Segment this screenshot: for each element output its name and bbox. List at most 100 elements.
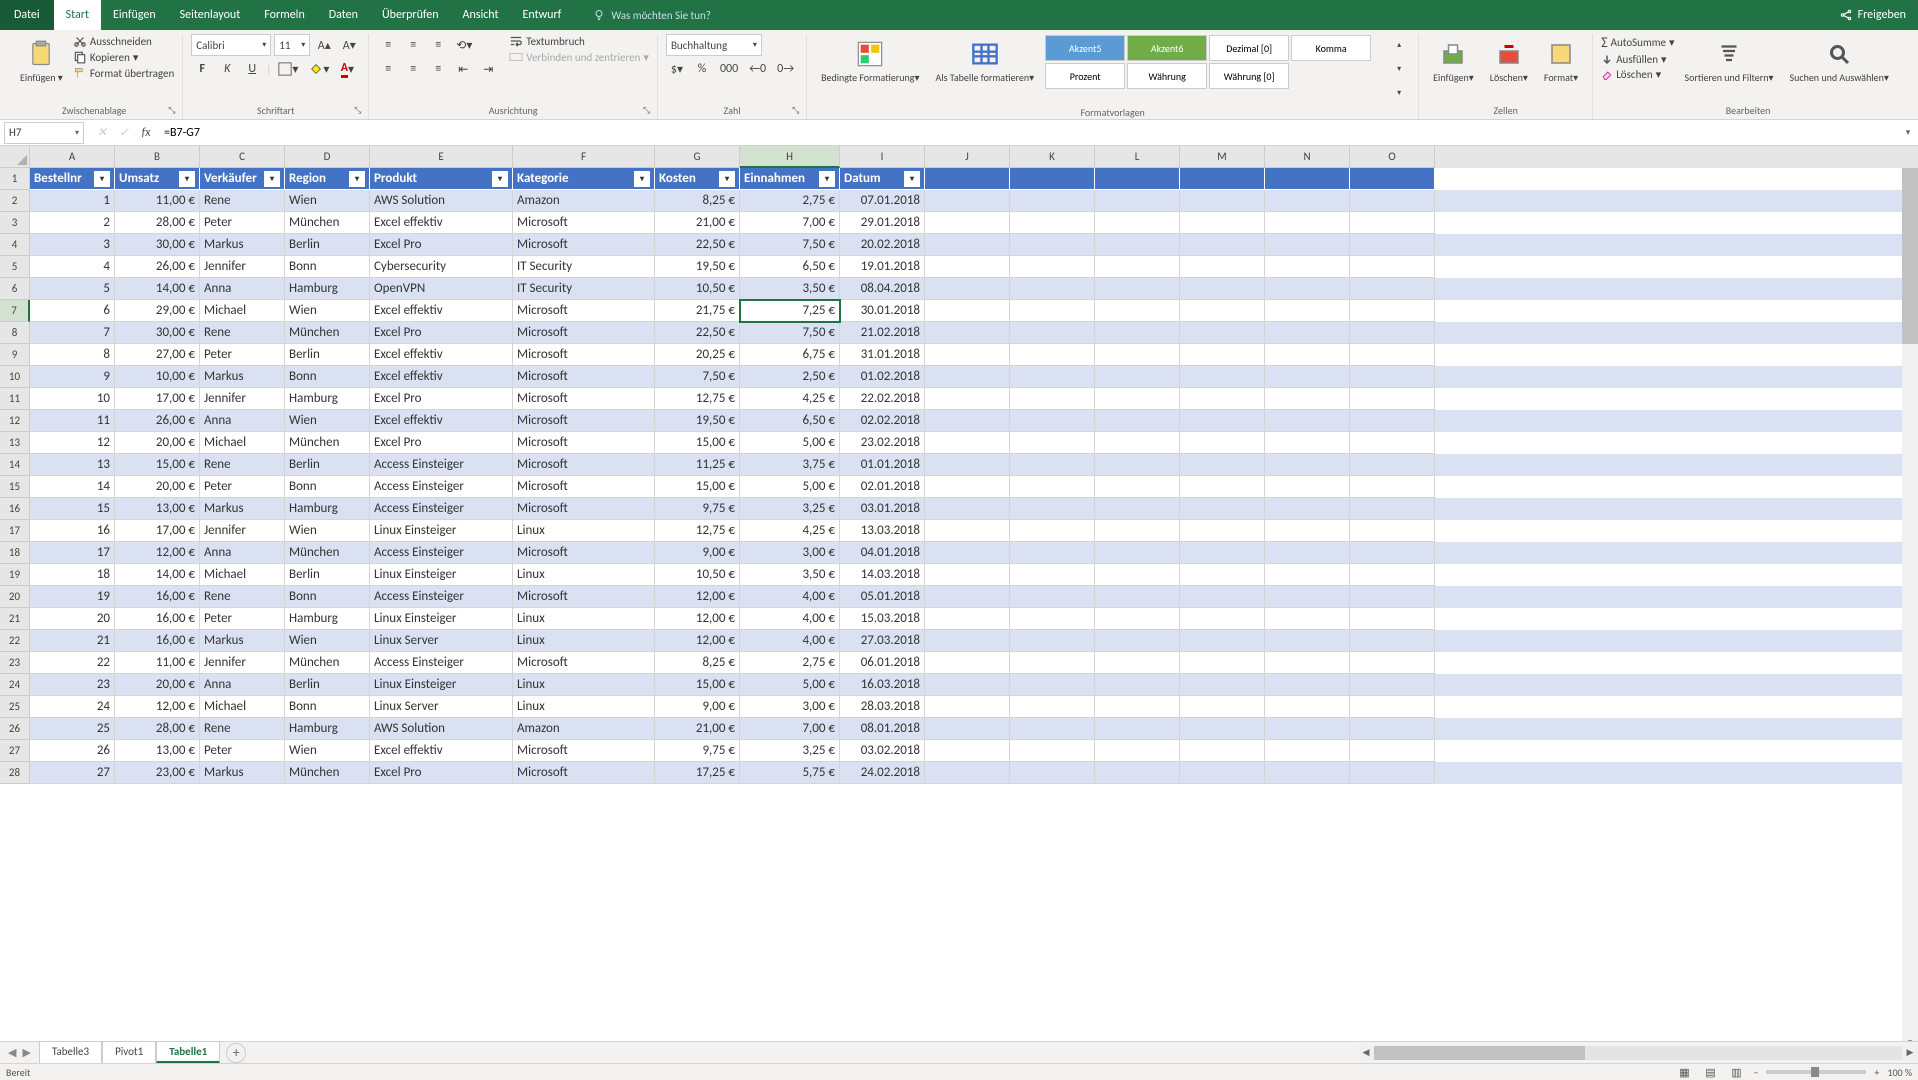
cell-J26[interactable] xyxy=(925,718,1010,740)
column-header-I[interactable]: I xyxy=(840,146,925,168)
cell-O5[interactable] xyxy=(1350,256,1435,278)
cell-A23[interactable]: 22 xyxy=(30,652,115,674)
cell-I12[interactable]: 02.02.2018 xyxy=(840,410,925,432)
cell-N24[interactable] xyxy=(1265,674,1350,696)
cell-A10[interactable]: 9 xyxy=(30,366,115,388)
row-header-12[interactable]: 12 xyxy=(0,410,30,432)
cell-M24[interactable] xyxy=(1180,674,1265,696)
cell-D19[interactable]: Berlin xyxy=(285,564,370,586)
cell-D14[interactable]: Berlin xyxy=(285,454,370,476)
cell-N22[interactable] xyxy=(1265,630,1350,652)
column-header-H[interactable]: H xyxy=(740,146,840,168)
sheet-tab-tabelle1[interactable]: Tabelle1 xyxy=(156,1041,220,1064)
cell-J11[interactable] xyxy=(925,388,1010,410)
cell-E26[interactable]: AWS Solution xyxy=(370,718,513,740)
cell-M14[interactable] xyxy=(1180,454,1265,476)
filter-button-datum[interactable]: ▾ xyxy=(904,171,920,187)
cell-J6[interactable] xyxy=(925,278,1010,300)
cell-L4[interactable] xyxy=(1095,234,1180,256)
row-header-25[interactable]: 25 xyxy=(0,696,30,718)
cell-D13[interactable]: München xyxy=(285,432,370,454)
border-button[interactable]: ▾ xyxy=(274,58,302,80)
number-format-select[interactable]: Buchhaltung▾ xyxy=(666,34,762,56)
cell-C12[interactable]: Anna xyxy=(200,410,285,432)
row-header-9[interactable]: 9 xyxy=(0,344,30,366)
cell-J25[interactable] xyxy=(925,696,1010,718)
cell-E7[interactable]: Excel effektiv xyxy=(370,300,513,322)
accounting-format-button[interactable]: $▾ xyxy=(666,58,688,80)
cell-M17[interactable] xyxy=(1180,520,1265,542)
decrease-indent-button[interactable]: ⇤ xyxy=(452,58,474,80)
cell-G13[interactable]: 15,00 € xyxy=(655,432,740,454)
insert-function-button[interactable]: fx xyxy=(136,123,156,143)
row-header-3[interactable]: 3 xyxy=(0,212,30,234)
cell-N13[interactable] xyxy=(1265,432,1350,454)
add-sheet-button[interactable]: + xyxy=(226,1043,246,1063)
cell-A24[interactable]: 23 xyxy=(30,674,115,696)
cell-G21[interactable]: 12,00 € xyxy=(655,608,740,630)
cell-K1[interactable] xyxy=(1010,168,1095,190)
cell-L16[interactable] xyxy=(1095,498,1180,520)
cell-O1[interactable] xyxy=(1350,168,1435,190)
row-header-27[interactable]: 27 xyxy=(0,740,30,762)
share-button[interactable]: Freigeben xyxy=(1839,8,1906,22)
cell-A7[interactable]: 6 xyxy=(30,300,115,322)
cell-M2[interactable] xyxy=(1180,190,1265,212)
cell-B6[interactable]: 14,00 € xyxy=(115,278,200,300)
cell-K23[interactable] xyxy=(1010,652,1095,674)
cell-O9[interactable] xyxy=(1350,344,1435,366)
cell-I15[interactable]: 02.01.2018 xyxy=(840,476,925,498)
cell-O12[interactable] xyxy=(1350,410,1435,432)
font-name-select[interactable]: Calibri▾ xyxy=(191,34,271,56)
cell-O19[interactable] xyxy=(1350,564,1435,586)
file-tab[interactable]: Datei xyxy=(0,0,54,30)
cell-E18[interactable]: Access Einsteiger xyxy=(370,542,513,564)
cell-C7[interactable]: Michael xyxy=(200,300,285,322)
cell-E24[interactable]: Linux Einsteiger xyxy=(370,674,513,696)
clipboard-dialog-launcher[interactable]: ⤡ xyxy=(168,105,180,117)
conditional-formatting-button[interactable]: Bedingte Formatierung▾ xyxy=(815,34,925,87)
column-header-J[interactable]: J xyxy=(925,146,1010,168)
cell-K20[interactable] xyxy=(1010,586,1095,608)
cell-J18[interactable] xyxy=(925,542,1010,564)
cell-I1[interactable]: Datum▾ xyxy=(840,168,925,190)
cell-I18[interactable]: 04.01.2018 xyxy=(840,542,925,564)
cell-I6[interactable]: 08.04.2018 xyxy=(840,278,925,300)
cell-C20[interactable]: Rene xyxy=(200,586,285,608)
filter-button-kosten[interactable]: ▾ xyxy=(719,171,735,187)
row-header-6[interactable]: 6 xyxy=(0,278,30,300)
sort-filter-button[interactable]: Sortieren und Filtern▾ xyxy=(1679,34,1780,87)
column-header-K[interactable]: K xyxy=(1010,146,1095,168)
cell-C23[interactable]: Jennifer xyxy=(200,652,285,674)
cell-M5[interactable] xyxy=(1180,256,1265,278)
cell-G8[interactable]: 22,50 € xyxy=(655,322,740,344)
cell-F20[interactable]: Microsoft xyxy=(513,586,655,608)
ribbon-tab-entwurf[interactable]: Entwurf xyxy=(511,0,574,30)
cell-I19[interactable]: 14.03.2018 xyxy=(840,564,925,586)
increase-indent-button[interactable]: ⇥ xyxy=(477,58,499,80)
filter-button-verkäufer[interactable]: ▾ xyxy=(264,171,280,187)
cell-E6[interactable]: OpenVPN xyxy=(370,278,513,300)
cell-E27[interactable]: Excel effektiv xyxy=(370,740,513,762)
cell-M9[interactable] xyxy=(1180,344,1265,366)
cell-H1[interactable]: Einnahmen▾ xyxy=(740,168,840,190)
cell-H4[interactable]: 7,50 € xyxy=(740,234,840,256)
row-header-13[interactable]: 13 xyxy=(0,432,30,454)
orientation-button[interactable]: ⟲▾ xyxy=(452,34,476,56)
style-prozent[interactable]: Prozent xyxy=(1045,63,1125,89)
cell-N27[interactable] xyxy=(1265,740,1350,762)
cell-E21[interactable]: Linux Einsteiger xyxy=(370,608,513,630)
insert-cells-button[interactable]: Einfügen▾ xyxy=(1427,34,1480,87)
cell-H3[interactable]: 7,00 € xyxy=(740,212,840,234)
hscroll-right[interactable]: ▶ xyxy=(1902,1046,1918,1060)
comma-format-button[interactable]: 000 xyxy=(716,58,742,80)
cell-B8[interactable]: 30,00 € xyxy=(115,322,200,344)
cell-J17[interactable] xyxy=(925,520,1010,542)
cell-E12[interactable]: Excel effektiv xyxy=(370,410,513,432)
styles-more-button[interactable]: ▾ xyxy=(1388,82,1410,104)
cell-G22[interactable]: 12,00 € xyxy=(655,630,740,652)
cell-O23[interactable] xyxy=(1350,652,1435,674)
cell-K13[interactable] xyxy=(1010,432,1095,454)
row-header-22[interactable]: 22 xyxy=(0,630,30,652)
cell-O3[interactable] xyxy=(1350,212,1435,234)
